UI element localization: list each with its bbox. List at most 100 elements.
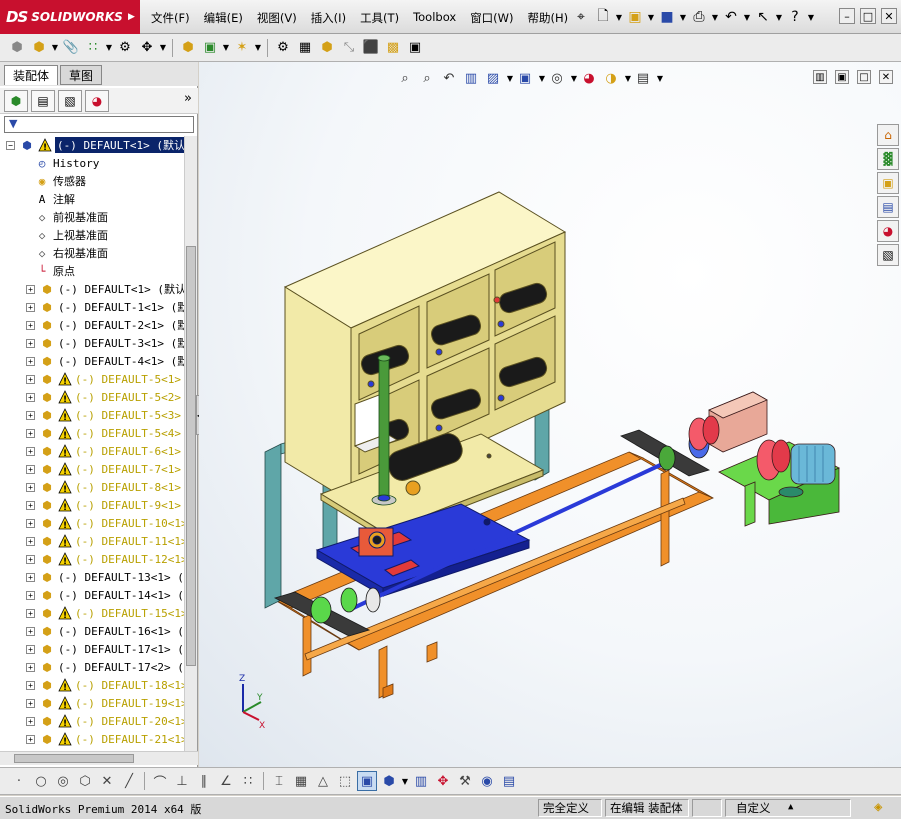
tree-item-component[interactable]: + ⬢ (-) DEFAULT-16<1> (默 — [0, 622, 184, 640]
polygon-icon[interactable]: ⬡ — [75, 771, 95, 791]
instant3d-icon[interactable]: ▩ — [383, 38, 403, 58]
tree-item-origin[interactable]: └ 原点 — [0, 262, 184, 280]
tree-filter[interactable]: ▼ — [4, 116, 194, 133]
tree-item-annotation[interactable]: A 注解 — [0, 190, 184, 208]
large-design-review-icon[interactable]: ▣ — [405, 38, 425, 58]
tree-item-component[interactable]: + ⬢! (-) DEFAULT-18<1> — [0, 676, 184, 694]
reference-dropdown-icon[interactable]: ▼ — [253, 43, 263, 52]
tree-item-plane[interactable]: ◇ 上视基准面 — [0, 226, 184, 244]
expand-toggle-icon[interactable]: + — [26, 590, 35, 600]
minimize-icon[interactable]: – — [839, 8, 855, 24]
tree-item-component[interactable]: + ⬢! (-) DEFAULT-15<1> — [0, 604, 184, 622]
move-with-triad-icon[interactable]: ✥ — [433, 771, 453, 791]
grid-snap-icon[interactable]: ∷ — [238, 771, 258, 791]
expand-toggle-icon[interactable]: − — [6, 140, 15, 150]
tree-item-component[interactable]: + ⬢! (-) DEFAULT-5<1> — [0, 370, 184, 388]
insert-component-icon[interactable]: ⬢ — [7, 38, 27, 58]
tree-item-component[interactable]: + ⬢! (-) DEFAULT-10<1> — [0, 514, 184, 532]
show-hidden-icon[interactable]: ⬢ — [178, 38, 198, 58]
undo-dropdown-icon[interactable]: ▼ — [742, 13, 752, 22]
camera-icon[interactable]: ◉ — [477, 771, 497, 791]
mate-icon[interactable]: 📎 — [61, 38, 81, 58]
move-dropdown-icon[interactable]: ▼ — [158, 43, 168, 52]
tree-item-component[interactable]: + ⬢! (-) DEFAULT-11<1> — [0, 532, 184, 550]
menu-insert[interactable]: 插入(I) — [304, 8, 353, 28]
expand-toggle-icon[interactable]: + — [26, 302, 35, 312]
expand-toggle-icon[interactable]: + — [26, 392, 35, 402]
expand-toggle-icon[interactable]: + — [26, 374, 35, 384]
linear-pattern-icon[interactable]: ∷ — [83, 38, 103, 58]
help-icon[interactable]: ? — [784, 6, 806, 28]
new-motion-study-icon[interactable]: ⚙ — [273, 38, 293, 58]
expand-toggle-icon[interactable]: + — [26, 356, 35, 366]
tree-vertical-scrollbar[interactable] — [184, 136, 197, 751]
expand-toggle-icon[interactable]: + — [26, 734, 35, 744]
maximize-icon[interactable]: □ — [860, 8, 876, 24]
line-icon[interactable]: ╱ — [119, 771, 139, 791]
expand-toggle-icon[interactable]: + — [26, 338, 35, 348]
assembly-model[interactable]: Z Y X — [199, 62, 901, 767]
tree-item-component[interactable]: + ⬢ (-) DEFAULT-3<1> (默 — [0, 334, 184, 352]
print-icon[interactable]: ⎙ — [688, 6, 710, 28]
expand-toggle-icon[interactable]: + — [26, 482, 35, 492]
tree-item-root[interactable]: − ⬢! (-) DEFAULT<1> (默认 — [0, 136, 184, 154]
expand-toggle-icon[interactable]: + — [26, 626, 35, 636]
reference-geometry-icon[interactable]: ✶ — [232, 38, 252, 58]
expand-toggle-icon[interactable]: + — [26, 536, 35, 546]
expand-toggle-icon[interactable]: + — [26, 284, 35, 294]
perpendicular-icon[interactable]: ⊥ — [172, 771, 192, 791]
tree-item-component[interactable]: + ⬢! (-) DEFAULT-20<1> — [0, 712, 184, 730]
expand-toggle-icon[interactable]: + — [26, 680, 35, 690]
tree-item-component[interactable]: + ⬢ (-) DEFAULT<1> (默认 — [0, 280, 184, 298]
graphics-area[interactable]: ⌕ ⌕ ↶ ▥ ▨ ▼ ▣ ▼ ◎ ▼ ◕ ◑ ▼ ▤ ▼ ▥ ▣ □ ✕ ⌂ … — [199, 62, 901, 767]
expand-toggle-icon[interactable]: + — [26, 554, 35, 564]
property-manager-tab-icon[interactable]: ▤ — [31, 89, 55, 112]
smart-fasteners-icon[interactable]: ⚙ — [115, 38, 135, 58]
point-icon[interactable]: · — [9, 771, 29, 791]
tree-item-sensor[interactable]: ◉ 传感器 — [0, 172, 184, 190]
undo-icon[interactable]: ↶ — [720, 6, 742, 28]
select-dropdown-icon[interactable]: ▼ — [774, 13, 784, 22]
rebuild-tag-icon[interactable]: ◈ — [874, 799, 882, 815]
tree-item-component[interactable]: + ⬢! (-) DEFAULT-7<1> — [0, 460, 184, 478]
tree-item-component[interactable]: + ⬢! (-) DEFAULT-5<3> — [0, 406, 184, 424]
shaded-cube-icon[interactable]: ▣ — [357, 771, 377, 791]
tree-item-component[interactable]: + ⬢ (-) DEFAULT-1<1> (默 — [0, 298, 184, 316]
expand-toggle-icon[interactable]: + — [26, 518, 35, 528]
tab-assembly[interactable]: 装配体 — [4, 65, 59, 85]
print-dropdown-icon[interactable]: ▼ — [710, 13, 720, 22]
tree-item-component[interactable]: + ⬢! (-) DEFAULT-5<4> — [0, 424, 184, 442]
expand-toggle-icon[interactable]: + — [26, 428, 35, 438]
tree-item-component[interactable]: + ⬢ (-) DEFAULT-17<2> (默 — [0, 658, 184, 676]
expand-toggle-icon[interactable]: + — [26, 572, 35, 582]
bill-of-materials-icon[interactable]: ▦ — [295, 38, 315, 58]
expand-toggle-icon[interactable]: + — [26, 644, 35, 654]
menu-view[interactable]: 视图(V) — [250, 8, 304, 28]
ruler-icon[interactable]: ⌶ — [269, 771, 289, 791]
tree-item-component[interactable]: + ⬢ (-) DEFAULT-2<1> (默 — [0, 316, 184, 334]
tangent-icon[interactable]: ⌒ — [150, 771, 170, 791]
tree-item-component[interactable]: + ⬢! (-) DEFAULT-9<1> — [0, 496, 184, 514]
tree-item-component[interactable]: + ⬢! (-) DEFAULT-6<1> — [0, 442, 184, 460]
select-other-icon[interactable]: ⚒ — [455, 771, 475, 791]
expand-toggle-icon[interactable]: + — [26, 662, 35, 672]
help-dropdown-icon[interactable]: ▼ — [806, 13, 816, 22]
wireframe-cube-icon[interactable]: ⬚ — [335, 771, 355, 791]
save-dropdown-icon[interactable]: ▼ — [678, 13, 688, 22]
tree-item-component[interactable]: + ⬢! (-) DEFAULT-19<1> — [0, 694, 184, 712]
expand-toggle-icon[interactable]: + — [26, 716, 35, 726]
configuration-manager-tab-icon[interactable]: ▧ — [58, 89, 82, 112]
tree-item-plane[interactable]: ◇ 右视基准面 — [0, 244, 184, 262]
tree-item-component[interactable]: + ⬢! (-) DEFAULT-5<2> — [0, 388, 184, 406]
expand-toggle-icon[interactable]: + — [26, 608, 35, 618]
new-dropdown-icon[interactable]: ▼ — [614, 13, 624, 22]
new-document-icon[interactable]: 🗋 — [592, 6, 614, 28]
interference-detection-icon[interactable]: ⬛ — [361, 38, 381, 58]
menu-tools[interactable]: 工具(T) — [353, 8, 406, 28]
new-part-icon[interactable]: ⬢ — [29, 38, 49, 58]
circle-icon[interactable]: ○ — [31, 771, 51, 791]
grid-icon[interactable]: ▦ — [291, 771, 311, 791]
pin-icon[interactable]: ⌖ — [570, 6, 592, 28]
pattern-dropdown-icon[interactable]: ▼ — [104, 43, 114, 52]
open-folder-icon[interactable]: ▣ — [624, 6, 646, 28]
